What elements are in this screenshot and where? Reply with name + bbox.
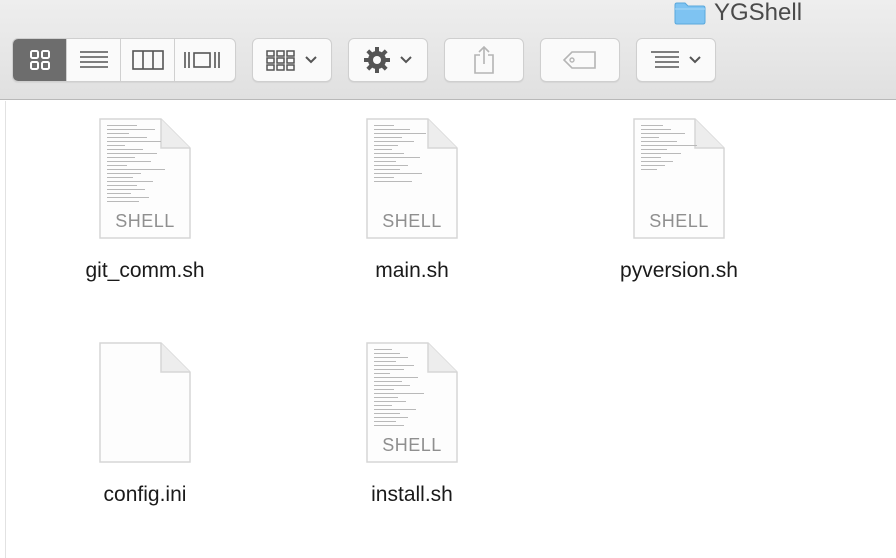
- code-preview: [107, 125, 167, 211]
- code-preview: [641, 125, 701, 211]
- icon-view-button[interactable]: [13, 39, 67, 81]
- column-view-button[interactable]: [121, 39, 175, 81]
- file-item[interactable]: SHELL install.sh: [317, 341, 507, 507]
- file-item[interactable]: SHELL git_comm.sh: [50, 117, 240, 283]
- window-title: YGShell: [674, 0, 802, 26]
- gear-icon: [364, 47, 390, 73]
- file-item[interactable]: SHELL pyversion.sh: [584, 117, 774, 283]
- chevron-down-icon: [305, 56, 317, 64]
- code-preview: [374, 125, 434, 211]
- tag-icon: [562, 51, 596, 69]
- share-button[interactable]: [444, 38, 524, 82]
- list-view-button[interactable]: [67, 39, 121, 81]
- file-item[interactable]: SHELL main.sh: [317, 117, 507, 283]
- file-type-label: SHELL: [382, 435, 442, 455]
- document-page-icon: [99, 342, 191, 463]
- file-icon-grid: SHELL git_comm.sh SHELL main.sh SHELL py…: [5, 101, 896, 558]
- shell-document-icon: SHELL: [364, 117, 460, 241]
- view-mode-control: [12, 38, 236, 82]
- file-name[interactable]: pyversion.sh: [620, 259, 738, 283]
- sort-list-icon: [651, 51, 679, 68]
- shell-document-icon: SHELL: [97, 117, 193, 241]
- icon-view-icon: [29, 50, 50, 70]
- chevron-down-icon: [400, 56, 412, 64]
- window-title-text: YGShell: [714, 0, 803, 26]
- file-type-label: SHELL: [649, 211, 709, 231]
- file-item[interactable]: config.ini: [50, 341, 240, 507]
- cover-flow-view-button[interactable]: [175, 39, 229, 81]
- column-view-icon: [131, 50, 164, 70]
- action-button[interactable]: [348, 38, 428, 82]
- file-name[interactable]: config.ini: [104, 483, 187, 507]
- file-type-label: SHELL: [115, 211, 175, 231]
- list-view-icon: [79, 51, 108, 68]
- sort-button[interactable]: [636, 38, 716, 82]
- share-icon: [474, 45, 494, 74]
- folder-icon: [674, 2, 706, 25]
- cover-flow-icon: [184, 52, 220, 68]
- arrange-button[interactable]: [252, 38, 332, 82]
- file-name[interactable]: install.sh: [371, 483, 453, 507]
- title-bar: YGShell: [0, 0, 896, 100]
- file-type-label: SHELL: [382, 211, 442, 231]
- chevron-down-icon: [689, 56, 701, 64]
- code-preview: [374, 349, 434, 435]
- tags-button[interactable]: [540, 38, 620, 82]
- shell-document-icon: SHELL: [631, 117, 727, 241]
- blank-document-icon: [97, 341, 193, 465]
- file-name[interactable]: main.sh: [375, 259, 449, 283]
- file-name[interactable]: git_comm.sh: [85, 259, 204, 283]
- shell-document-icon: SHELL: [364, 341, 460, 465]
- arrange-grid-icon: [266, 50, 295, 71]
